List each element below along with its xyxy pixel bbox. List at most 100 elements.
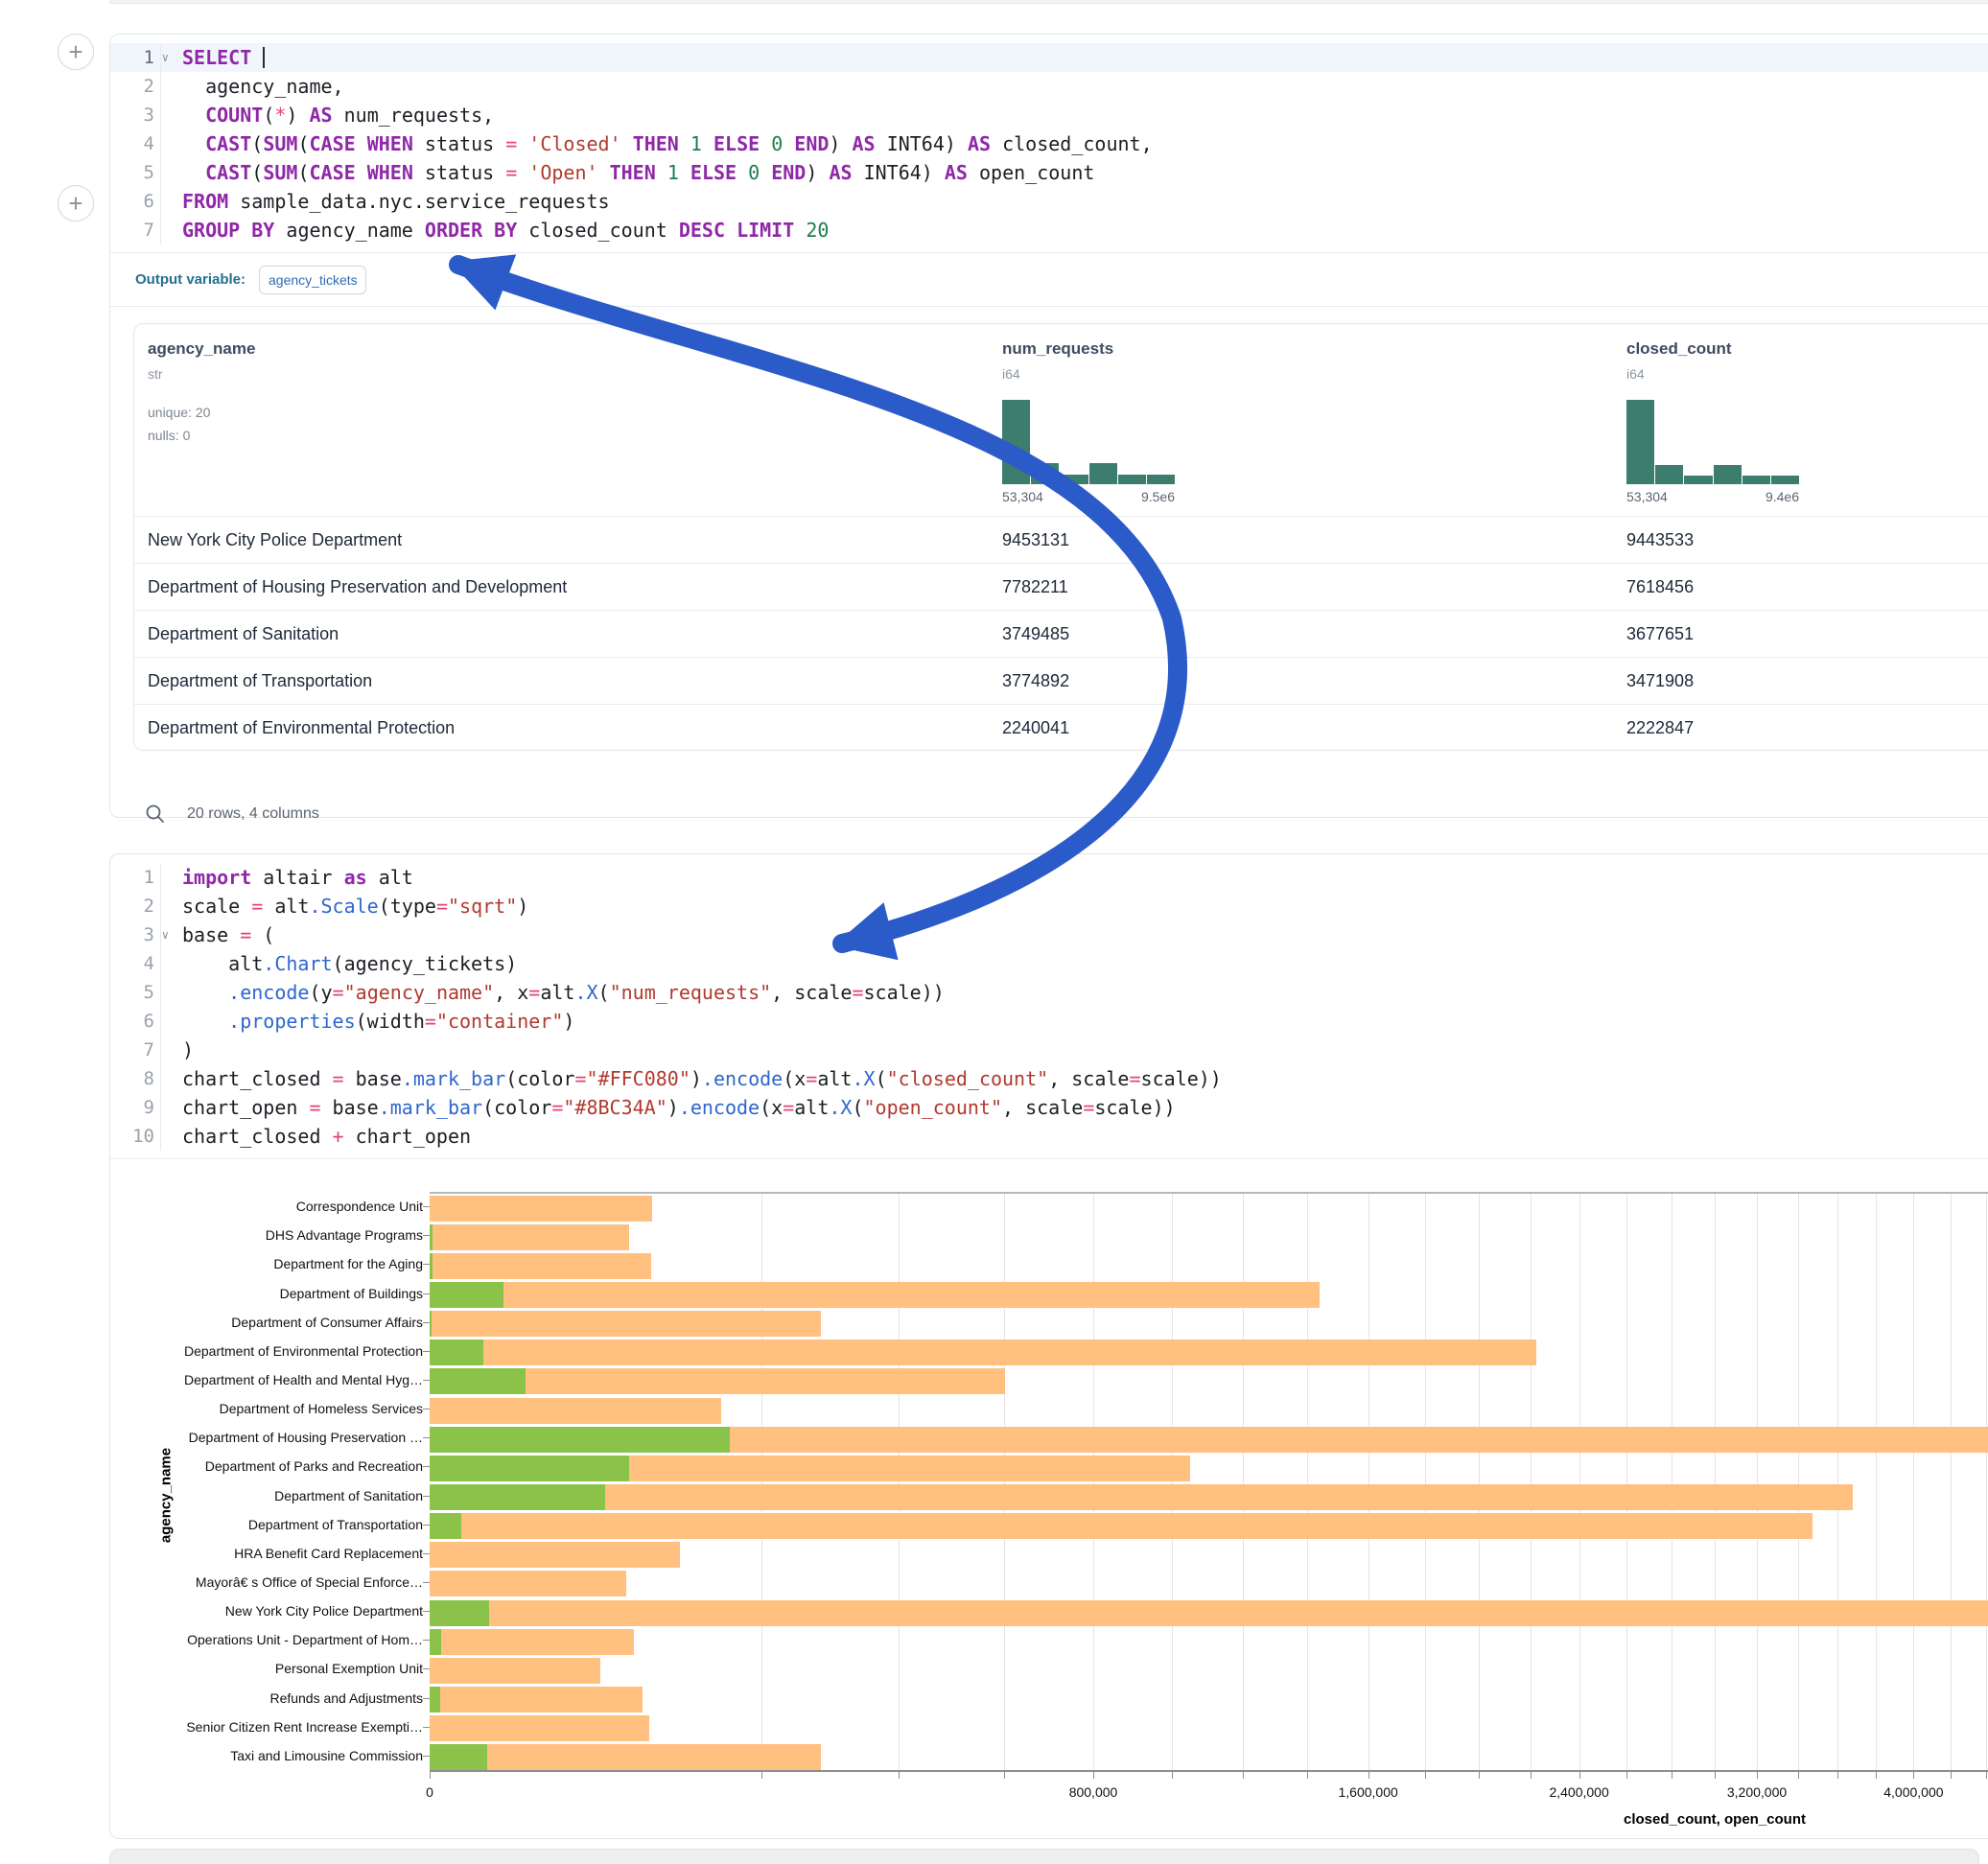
gridline xyxy=(1626,1194,1627,1772)
gridline xyxy=(1004,1194,1005,1772)
closed_count-bar xyxy=(430,1311,821,1337)
chart-x-axis-line xyxy=(430,1770,1988,1772)
x-axis-tick-label: 0 xyxy=(372,1784,487,1800)
y-axis-label: Taxi and Limousine Commission xyxy=(126,1749,423,1762)
y-axis-label: Department for the Aging xyxy=(126,1257,423,1270)
column-type: i64 xyxy=(1002,366,1020,382)
output-variable-label: Output variable: xyxy=(135,271,246,288)
line-number: 5 xyxy=(110,158,160,187)
dataframe-preview: agency_namestrunique: 20nulls: 0num_requ… xyxy=(133,323,1988,751)
histogram-bar xyxy=(1147,475,1175,484)
y-axis-tick xyxy=(423,1525,430,1526)
code-line[interactable]: 1∨SELECT xyxy=(110,43,1988,72)
code-line[interactable]: 4 alt.Chart(agency_tickets) xyxy=(110,949,1988,978)
x-axis-tick-label: 1,600,000 xyxy=(1311,1784,1426,1800)
histogram-bar xyxy=(1118,475,1146,484)
column-header-num_requests[interactable]: num_requestsi6453,3049.5e6 xyxy=(1002,324,1309,516)
next-cell-collapsed-bar[interactable] xyxy=(109,1849,1979,1864)
closed_count-bar xyxy=(430,1571,626,1596)
altair-bar-chart: agency_name 0800,0001,600,0002,400,0003,… xyxy=(110,1161,1988,1832)
y-axis-tick xyxy=(423,1640,430,1641)
table-cell: 3749485 xyxy=(1002,611,1069,658)
code-line[interactable]: 7) xyxy=(110,1036,1988,1064)
code-line[interactable]: 10chart_closed + chart_open xyxy=(110,1122,1988,1151)
code-line[interactable]: 5 CAST(SUM(CASE WHEN status = 'Open' THE… xyxy=(110,158,1988,187)
sql-cell-card: 1∨SELECT 2 agency_name,3 COUNT(*) AS num… xyxy=(109,34,1988,818)
open_count-bar xyxy=(430,1744,487,1770)
x-axis-tick xyxy=(1368,1772,1369,1779)
open_count-bar xyxy=(430,1629,441,1655)
table-cell: 7782211 xyxy=(1002,564,1068,611)
add-cell-button-top[interactable]: + xyxy=(58,34,94,70)
closed_count-bar xyxy=(430,1744,821,1770)
line-number: 8 xyxy=(110,1064,160,1093)
open_count-bar xyxy=(430,1427,730,1453)
x-axis-tick xyxy=(1913,1772,1914,1779)
table-cell: 2240041 xyxy=(1002,705,1069,751)
open_count-bar xyxy=(430,1484,605,1510)
code-line[interactable]: 3 COUNT(*) AS num_requests, xyxy=(110,101,1988,129)
x-axis-tick xyxy=(899,1772,900,1779)
column-meta: unique: 20 xyxy=(148,405,210,420)
row-column-count: 20 rows, 4 columns xyxy=(187,805,319,823)
sql-code-editor[interactable]: 1∨SELECT 2 agency_name,3 COUNT(*) AS num… xyxy=(110,35,1988,252)
code-line[interactable]: 7GROUP BY agency_name ORDER BY closed_co… xyxy=(110,216,1988,245)
gridline xyxy=(1172,1194,1173,1772)
search-icon[interactable] xyxy=(145,804,166,825)
add-cell-button-middle[interactable]: + xyxy=(58,185,94,221)
y-axis-label: Department of Housing Preservation … xyxy=(126,1431,423,1444)
line-number: 4 xyxy=(110,129,160,158)
y-axis-tick xyxy=(423,1380,430,1381)
y-axis-label: Senior Citizen Rent Increase Exempti… xyxy=(126,1720,423,1734)
open_count-bar xyxy=(430,1456,629,1481)
code-line[interactable]: 8chart_closed = base.mark_bar(color="#FF… xyxy=(110,1064,1988,1093)
code-line[interactable]: 1import altair as alt xyxy=(110,863,1988,892)
closed_count-bar xyxy=(430,1224,629,1250)
table-cell: Department of Transportation xyxy=(148,658,372,705)
y-axis-label: Department of Parks and Recreation xyxy=(126,1459,423,1473)
closed_count-bar xyxy=(430,1282,1320,1308)
python-code-editor[interactable]: 1import altair as alt2scale = alt.Scale(… xyxy=(110,854,1988,1158)
code-line[interactable]: 3∨base = ( xyxy=(110,920,1988,949)
table-row[interactable]: Department of Housing Preservation and D… xyxy=(134,563,1988,610)
table-row[interactable]: Department of Environmental Protection22… xyxy=(134,704,1988,751)
table-row[interactable]: New York City Police Department945313194… xyxy=(134,516,1988,563)
y-axis-tick xyxy=(423,1553,430,1554)
column-type: i64 xyxy=(1626,366,1645,382)
x-axis-tick xyxy=(1798,1772,1799,1779)
column-header-agency_name[interactable]: agency_namestrunique: 20nulls: 0 xyxy=(148,324,455,516)
fold-chevron-icon[interactable]: ∨ xyxy=(162,920,169,949)
chart-plot-area xyxy=(430,1192,1988,1770)
output-variable-pill[interactable]: agency_tickets xyxy=(259,266,366,294)
code-line[interactable]: 6FROM sample_data.nyc.service_requests xyxy=(110,187,1988,216)
line-number: 2 xyxy=(110,72,160,101)
code-line[interactable]: 5 .encode(y="agency_name", x=alt.X("num_… xyxy=(110,978,1988,1007)
table-cell: 3471908 xyxy=(1626,658,1694,705)
closed_count-bar xyxy=(430,1484,1853,1510)
column-name: closed_count xyxy=(1626,339,1732,359)
dataframe-footer: 20 rows, 4 columns xyxy=(133,790,319,838)
x-axis-tick-label: 3,200,000 xyxy=(1699,1784,1814,1800)
table-row[interactable]: Department of Sanitation37494853677651 xyxy=(134,610,1988,657)
code-line[interactable]: 4 CAST(SUM(CASE WHEN status = 'Closed' T… xyxy=(110,129,1988,158)
y-axis-label: DHS Advantage Programs xyxy=(126,1228,423,1242)
code-line[interactable]: 2scale = alt.Scale(type="sqrt") xyxy=(110,892,1988,920)
open_count-bar xyxy=(430,1340,483,1365)
y-axis-label: Department of Sanitation xyxy=(126,1489,423,1503)
y-axis-tick xyxy=(423,1668,430,1669)
code-line[interactable]: 2 agency_name, xyxy=(110,72,1988,101)
gridline xyxy=(1951,1194,1952,1772)
fold-chevron-icon[interactable]: ∨ xyxy=(162,43,169,72)
x-axis-tick xyxy=(1626,1772,1627,1779)
y-axis-label: New York City Police Department xyxy=(126,1604,423,1618)
open_count-bar xyxy=(430,1311,432,1337)
code-line[interactable]: 9chart_open = base.mark_bar(color="#8BC3… xyxy=(110,1093,1988,1122)
line-number: 1∨ xyxy=(110,43,160,72)
code-line[interactable]: 6 .properties(width="container") xyxy=(110,1007,1988,1036)
histogram-bar xyxy=(1742,476,1770,484)
x-axis-tick-label: 4,000,000 xyxy=(1856,1784,1971,1800)
column-header-closed_count[interactable]: closed_counti6453,3049.4e6 xyxy=(1626,324,1933,516)
line-number: 10 xyxy=(110,1122,160,1151)
column-type: str xyxy=(148,366,163,382)
table-row[interactable]: Department of Transportation377489234719… xyxy=(134,657,1988,704)
